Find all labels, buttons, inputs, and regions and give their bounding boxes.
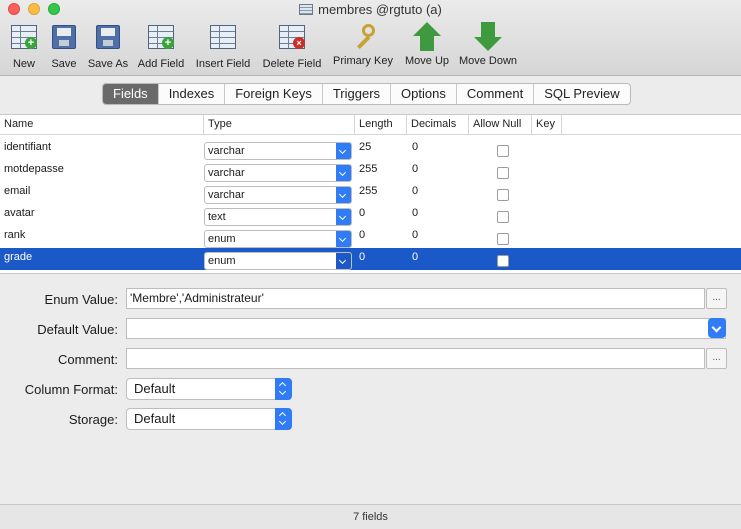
status-bar: 7 fields — [0, 504, 741, 529]
comment-field[interactable] — [126, 348, 705, 369]
type-select[interactable]: varchar — [204, 186, 352, 204]
tab-fields[interactable]: Fields — [103, 84, 159, 104]
tab-sql-preview[interactable]: SQL Preview — [534, 84, 629, 104]
chevron-down-icon — [336, 165, 351, 181]
key-icon — [348, 22, 378, 52]
table-row[interactable]: email varchar 255 0 — [0, 182, 741, 204]
length-cell[interactable]: 0 — [355, 248, 365, 270]
grid-header: Name Type Length Decimals Allow Null Key — [0, 115, 741, 135]
table-row[interactable]: avatar text 0 0 — [0, 204, 741, 226]
column-header-name[interactable]: Name — [0, 115, 204, 135]
field-name-cell[interactable]: grade — [0, 248, 32, 270]
chevron-down-icon — [336, 253, 351, 269]
storage-label: Storage: — [68, 412, 118, 427]
length-cell[interactable]: 255 — [355, 160, 377, 182]
tab-triggers[interactable]: Triggers — [323, 84, 392, 104]
type-select[interactable]: enum — [204, 252, 352, 270]
field-name-cell[interactable]: rank — [0, 226, 25, 248]
default-value-field[interactable] — [126, 318, 726, 339]
up-down-chevron-icon — [275, 378, 292, 400]
tab-comment[interactable]: Comment — [457, 84, 535, 104]
column-header-type[interactable]: Type — [204, 115, 355, 135]
allow-null-checkbox[interactable] — [497, 211, 509, 223]
allow-null-checkbox[interactable] — [497, 145, 509, 157]
default-value-label: Default Value: — [37, 322, 118, 337]
column-header-length[interactable]: Length — [355, 115, 407, 135]
allow-null-checkbox[interactable] — [497, 167, 509, 179]
up-down-chevron-icon — [275, 408, 292, 430]
window-title: membres @rgtuto (a) — [0, 2, 741, 17]
fields-grid[interactable]: Name Type Length Decimals Allow Null Key… — [0, 114, 741, 274]
tab-options[interactable]: Options — [391, 84, 457, 104]
add-field-button[interactable]: + Add Field — [136, 22, 186, 72]
table-icon — [299, 4, 314, 15]
new-table-icon: + — [11, 25, 37, 49]
decimals-cell[interactable]: 0 — [408, 226, 418, 248]
table-row[interactable]: motdepasse varchar 255 0 — [0, 160, 741, 182]
column-header-allow-null[interactable]: Allow Null — [469, 115, 532, 135]
tab-bar: Fields Indexes Foreign Keys Triggers Opt… — [102, 83, 631, 105]
type-select[interactable]: varchar — [204, 164, 352, 182]
storage-select[interactable]: Default — [126, 408, 292, 430]
column-header-decimals[interactable]: Decimals — [407, 115, 469, 135]
type-select[interactable]: varchar — [204, 142, 352, 160]
type-select[interactable]: enum — [204, 230, 352, 248]
tab-foreign-keys[interactable]: Foreign Keys — [225, 84, 323, 104]
length-cell[interactable]: 25 — [355, 138, 371, 160]
window-titlebar: membres @rgtuto (a) + New Save Save As +… — [0, 0, 741, 76]
insert-field-button[interactable]: Insert Field — [193, 22, 253, 72]
table-row[interactable]: identifiant varchar 25 0 — [0, 138, 741, 160]
move-up-button[interactable]: Move Up — [402, 22, 452, 72]
length-cell[interactable]: 0 — [355, 204, 365, 226]
new-button[interactable]: + New — [8, 22, 40, 72]
column-header-key[interactable]: Key — [532, 115, 562, 135]
chevron-down-icon — [336, 143, 351, 159]
allow-null-checkbox[interactable] — [497, 189, 509, 201]
move-down-button[interactable]: Move Down — [457, 22, 519, 72]
length-cell[interactable]: 0 — [355, 226, 365, 248]
allow-null-checkbox[interactable] — [497, 233, 509, 245]
chevron-down-icon — [336, 209, 351, 225]
table-row[interactable]: rank enum 0 0 — [0, 226, 741, 248]
comment-edit-button[interactable]: ... — [706, 348, 727, 369]
length-cell[interactable]: 255 — [355, 182, 377, 204]
decimals-cell[interactable]: 0 — [408, 204, 418, 226]
save-button[interactable]: Save — [48, 22, 80, 72]
delete-field-icon: × — [279, 25, 305, 49]
enum-value-label: Enum Value: — [44, 292, 118, 307]
comment-label: Comment: — [58, 352, 118, 367]
column-format-label: Column Format: — [24, 382, 118, 397]
add-field-icon: + — [148, 25, 174, 49]
decimals-cell[interactable]: 0 — [408, 182, 418, 204]
chevron-down-icon — [336, 187, 351, 203]
enum-value-edit-button[interactable]: ... — [706, 288, 727, 309]
decimals-cell[interactable]: 0 — [408, 138, 418, 160]
type-select[interactable]: text — [204, 208, 352, 226]
field-name-cell[interactable]: motdepasse — [0, 160, 64, 182]
column-format-select[interactable]: Default — [126, 378, 292, 400]
field-name-cell[interactable]: email — [0, 182, 30, 204]
decimals-cell[interactable]: 0 — [408, 160, 418, 182]
field-name-cell[interactable]: identifiant — [0, 138, 51, 160]
chevron-down-icon[interactable] — [708, 318, 726, 338]
table-row-selected[interactable]: grade enum 0 0 — [0, 248, 741, 270]
field-name-cell[interactable]: avatar — [0, 204, 35, 226]
decimals-cell[interactable]: 0 — [408, 248, 418, 270]
save-as-button[interactable]: Save As — [86, 22, 130, 72]
field-count: 7 fields — [353, 511, 388, 523]
chevron-down-icon — [336, 231, 351, 247]
arrow-up-icon — [412, 22, 442, 52]
arrow-down-icon — [473, 22, 503, 52]
save-as-icon — [96, 25, 120, 49]
save-disk-icon — [52, 25, 76, 49]
allow-null-checkbox[interactable] — [497, 255, 509, 267]
delete-field-button[interactable]: × Delete Field — [260, 22, 324, 72]
primary-key-button[interactable]: Primary Key — [331, 22, 395, 72]
insert-field-icon — [210, 25, 236, 49]
tab-indexes[interactable]: Indexes — [159, 84, 226, 104]
enum-value-field[interactable]: 'Membre','Administrateur' — [126, 288, 705, 309]
